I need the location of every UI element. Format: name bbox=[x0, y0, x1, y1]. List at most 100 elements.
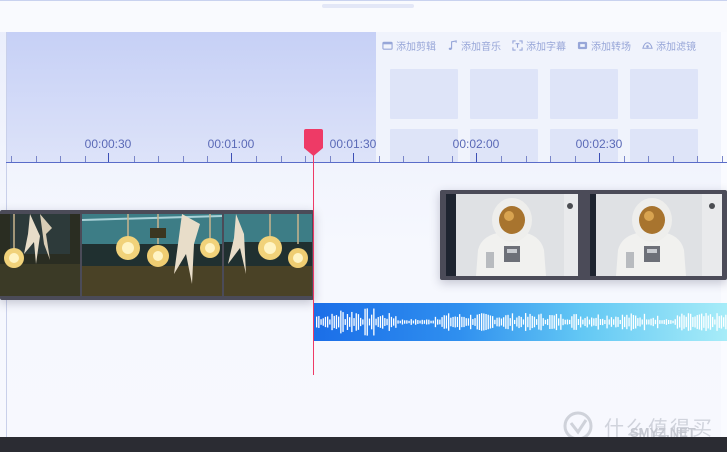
clip-frame bbox=[82, 214, 222, 296]
waveform-bar bbox=[582, 319, 584, 325]
waveform-bar bbox=[547, 318, 549, 326]
asset-thumbnail[interactable] bbox=[390, 69, 458, 119]
waveform-bar bbox=[450, 317, 452, 327]
waveform-bar bbox=[630, 313, 632, 331]
subtitle-icon bbox=[512, 39, 523, 51]
waveform-bar bbox=[509, 318, 511, 326]
ruler-tick bbox=[575, 156, 576, 162]
add-toolbar: 添加剪辑 添加音乐 添加字幕 添加转场 添加滤镜 bbox=[376, 32, 721, 58]
timeline-ruler[interactable]: 00:00:30 00:01:00 00:01:30 00:02:00 00:0… bbox=[0, 131, 727, 167]
waveform-bar bbox=[621, 314, 624, 330]
waveform-bar bbox=[428, 319, 430, 325]
waveform-bar bbox=[628, 317, 630, 327]
waveform-bar bbox=[639, 317, 641, 327]
waveform-bar bbox=[316, 316, 318, 328]
audio-track[interactable] bbox=[314, 303, 727, 341]
waveform-bar bbox=[364, 308, 366, 336]
playhead-line bbox=[313, 150, 314, 375]
waveform-bar bbox=[659, 320, 661, 324]
time-label: 00:01:00 bbox=[207, 137, 255, 151]
waveform-bar bbox=[443, 315, 445, 329]
waveform-bar bbox=[426, 319, 428, 325]
asset-thumbnail[interactable] bbox=[550, 69, 618, 119]
top-bar-handle[interactable] bbox=[322, 4, 414, 8]
astronaut-clip[interactable] bbox=[440, 190, 727, 280]
waveform-bar bbox=[375, 318, 377, 326]
ruler-tick bbox=[624, 156, 625, 162]
waveform-bar bbox=[683, 315, 685, 329]
waveform-bar bbox=[566, 319, 569, 325]
lightbulbs-clip[interactable] bbox=[0, 210, 314, 300]
waveform-bar bbox=[518, 315, 520, 329]
add-clip-label: 添加剪辑 bbox=[396, 41, 436, 53]
add-transition-button[interactable]: 添加转场 bbox=[577, 38, 631, 53]
waveform-bar bbox=[522, 319, 525, 325]
ruler-tick bbox=[36, 156, 37, 162]
waveform-bar bbox=[318, 316, 320, 328]
video-editor-stage: 添加剪辑 添加音乐 添加字幕 添加转场 添加滤镜 00:00:30 00:01:… bbox=[0, 0, 727, 452]
waveform-bar bbox=[322, 318, 324, 326]
waveform-bar bbox=[487, 314, 489, 330]
waveform-bar bbox=[602, 318, 604, 326]
waveform-bar bbox=[393, 318, 395, 326]
waveform-bar bbox=[410, 319, 412, 325]
waveform-bar bbox=[718, 316, 720, 328]
waveform-bar bbox=[617, 317, 619, 327]
add-filter-button[interactable]: 添加滤镜 bbox=[642, 38, 696, 53]
waveform-bar bbox=[573, 314, 575, 330]
add-clip-button[interactable]: 添加剪辑 bbox=[382, 38, 436, 53]
waveform-bar bbox=[542, 318, 544, 326]
waveform-bar bbox=[445, 315, 448, 329]
asset-thumbnail[interactable] bbox=[470, 69, 538, 119]
ruler-tick bbox=[403, 156, 404, 162]
ruler-tick bbox=[673, 156, 674, 162]
waveform-bar bbox=[555, 313, 558, 331]
ruler-tick bbox=[134, 156, 135, 162]
asset-thumbnail[interactable] bbox=[630, 69, 698, 119]
waveform-bar bbox=[692, 317, 694, 327]
waveform-bar bbox=[676, 315, 679, 329]
waveform-bar bbox=[481, 313, 483, 331]
waveform-bar bbox=[538, 314, 540, 330]
waveform-bar bbox=[331, 313, 333, 331]
waveform-bar bbox=[342, 312, 344, 332]
waveform-bar bbox=[362, 319, 364, 325]
top-bar bbox=[0, 0, 727, 32]
waveform-bar bbox=[430, 320, 432, 324]
add-music-button[interactable]: 添加音乐 bbox=[447, 38, 501, 53]
waveform-bar bbox=[338, 316, 340, 328]
waveform-bar bbox=[646, 319, 648, 325]
waveform-bar bbox=[580, 316, 582, 328]
ruler-tick bbox=[550, 156, 551, 162]
waveform-bar bbox=[657, 315, 659, 329]
waveform-bar bbox=[725, 314, 727, 330]
waveform-bar bbox=[681, 313, 683, 331]
add-subtitle-button[interactable]: 添加字幕 bbox=[512, 38, 566, 53]
clip-frame bbox=[446, 194, 578, 276]
ruler-tick bbox=[722, 156, 723, 162]
waveform-bar bbox=[610, 317, 613, 327]
waveform-bar bbox=[439, 319, 441, 325]
waveform-bar bbox=[531, 315, 533, 329]
waveform-bar bbox=[340, 310, 342, 334]
waveform-bar bbox=[324, 316, 327, 328]
waveform-bar bbox=[670, 320, 672, 324]
waveform-bar bbox=[441, 317, 443, 327]
bottom-bar bbox=[0, 437, 727, 452]
ruler-tick bbox=[207, 156, 208, 162]
waveform-bar bbox=[379, 316, 382, 328]
waveform-bar bbox=[540, 313, 542, 331]
waveform-bar bbox=[406, 320, 408, 324]
playhead-handle[interactable] bbox=[304, 129, 323, 156]
ruler-major-tick bbox=[108, 153, 109, 162]
time-label: 00:01:30 bbox=[329, 137, 377, 151]
waveform-bar bbox=[648, 319, 650, 325]
waveform-bar bbox=[366, 308, 368, 336]
ruler-baseline bbox=[6, 162, 727, 163]
waveform-bar bbox=[456, 316, 459, 328]
waveform-bar bbox=[408, 320, 410, 324]
waveform-bar bbox=[687, 313, 690, 331]
waveform-bar bbox=[520, 316, 522, 328]
waveform-bar bbox=[588, 319, 591, 325]
ruler-tick bbox=[526, 156, 527, 162]
